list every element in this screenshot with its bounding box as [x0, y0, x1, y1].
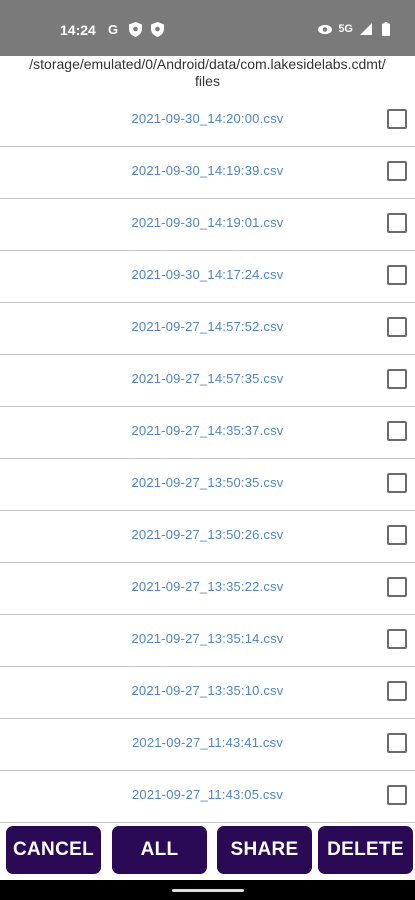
file-name-link[interactable]: 2021-09-27_14:57:52.csv	[0, 319, 415, 334]
cancel-button[interactable]: CANCEL	[6, 826, 101, 874]
file-row[interactable]: 2021-09-27_14:57:35.csv	[0, 355, 415, 407]
select-all-button[interactable]: ALL	[112, 826, 207, 874]
file-select-checkbox[interactable]	[387, 369, 407, 389]
file-select-checkbox[interactable]	[387, 109, 407, 129]
share-button[interactable]: SHARE	[217, 826, 312, 874]
file-row[interactable]: 2021-09-30_14:20:00.csv	[0, 95, 415, 147]
status-icons-right: 5G	[318, 21, 393, 37]
file-select-checkbox[interactable]	[387, 733, 407, 753]
eye-icon	[318, 21, 333, 37]
file-name-link[interactable]: 2021-09-27_11:43:41.csv	[0, 735, 415, 750]
file-list: 2021-09-30_14:20:00.csv 2021-09-30_14:19:…	[0, 95, 415, 823]
file-select-checkbox[interactable]	[387, 317, 407, 337]
google-g-icon: G	[107, 21, 119, 37]
file-select-checkbox[interactable]	[387, 785, 407, 805]
file-select-checkbox[interactable]	[387, 681, 407, 701]
status-icons-left: G	[106, 21, 164, 37]
home-gesture-handle[interactable]	[172, 889, 244, 892]
file-name-link[interactable]: 2021-09-27_14:35:37.csv	[0, 423, 415, 438]
file-row[interactable]: 2021-09-27_11:43:41.csv	[0, 719, 415, 771]
action-bar: CANCEL ALL SHARE DELETE	[0, 823, 415, 879]
file-name-link[interactable]: 2021-09-30_14:19:39.csv	[0, 163, 415, 178]
file-name-link[interactable]: 2021-09-27_14:57:35.csv	[0, 371, 415, 386]
file-name-link[interactable]: 2021-09-27_13:50:26.csv	[0, 527, 415, 542]
navigation-bar	[0, 880, 415, 900]
file-select-checkbox[interactable]	[387, 525, 407, 545]
file-row[interactable]: 2021-09-30_14:19:01.csv	[0, 199, 415, 251]
file-name-link[interactable]: 2021-09-27_11:43:05.csv	[0, 787, 415, 802]
file-name-link[interactable]: 2021-09-27_13:35:10.csv	[0, 683, 415, 698]
directory-path-line1: /storage/emulated/0/Android/data/com.lak…	[29, 56, 386, 72]
file-select-checkbox[interactable]	[387, 577, 407, 597]
delete-button[interactable]: DELETE	[318, 826, 413, 874]
file-row[interactable]: 2021-09-27_14:57:52.csv	[0, 303, 415, 355]
file-select-checkbox[interactable]	[387, 213, 407, 233]
file-name-link[interactable]: 2021-09-30_14:17:24.csv	[0, 267, 415, 282]
shield-icon	[128, 21, 142, 37]
file-name-link[interactable]: 2021-09-27_13:35:22.csv	[0, 579, 415, 594]
file-name-link[interactable]: 2021-09-30_14:20:00.csv	[0, 111, 415, 126]
file-row[interactable]: 2021-09-27_11:43:05.csv	[0, 771, 415, 823]
file-row[interactable]: 2021-09-27_13:50:35.csv	[0, 459, 415, 511]
status-time: 14:24	[60, 22, 96, 38]
file-row[interactable]: 2021-09-30_14:19:39.csv	[0, 147, 415, 199]
file-select-checkbox[interactable]	[387, 421, 407, 441]
network-type-label: 5G	[338, 23, 353, 35]
file-name-link[interactable]: 2021-09-27_13:35:14.csv	[0, 631, 415, 646]
file-row[interactable]: 2021-09-27_13:35:14.csv	[0, 615, 415, 667]
directory-path-line2: files	[195, 73, 220, 89]
shield-icon	[150, 21, 164, 37]
file-row[interactable]: 2021-09-27_13:35:10.csv	[0, 667, 415, 719]
file-row[interactable]: 2021-09-27_13:50:26.csv	[0, 511, 415, 563]
file-row[interactable]: 2021-09-30_14:17:24.csv	[0, 251, 415, 303]
file-row[interactable]: 2021-09-27_13:35:22.csv	[0, 563, 415, 615]
file-select-checkbox[interactable]	[387, 265, 407, 285]
status-bar: 14:24 G 5G	[0, 0, 415, 56]
battery-icon	[379, 21, 393, 37]
file-name-link[interactable]: 2021-09-27_13:50:35.csv	[0, 475, 415, 490]
directory-path: /storage/emulated/0/Android/data/com.lak…	[0, 56, 415, 94]
file-select-checkbox[interactable]	[387, 629, 407, 649]
signal-icon	[359, 21, 373, 37]
file-select-checkbox[interactable]	[387, 161, 407, 181]
file-select-checkbox[interactable]	[387, 473, 407, 493]
file-name-link[interactable]: 2021-09-30_14:19:01.csv	[0, 215, 415, 230]
file-row[interactable]: 2021-09-27_14:35:37.csv	[0, 407, 415, 459]
